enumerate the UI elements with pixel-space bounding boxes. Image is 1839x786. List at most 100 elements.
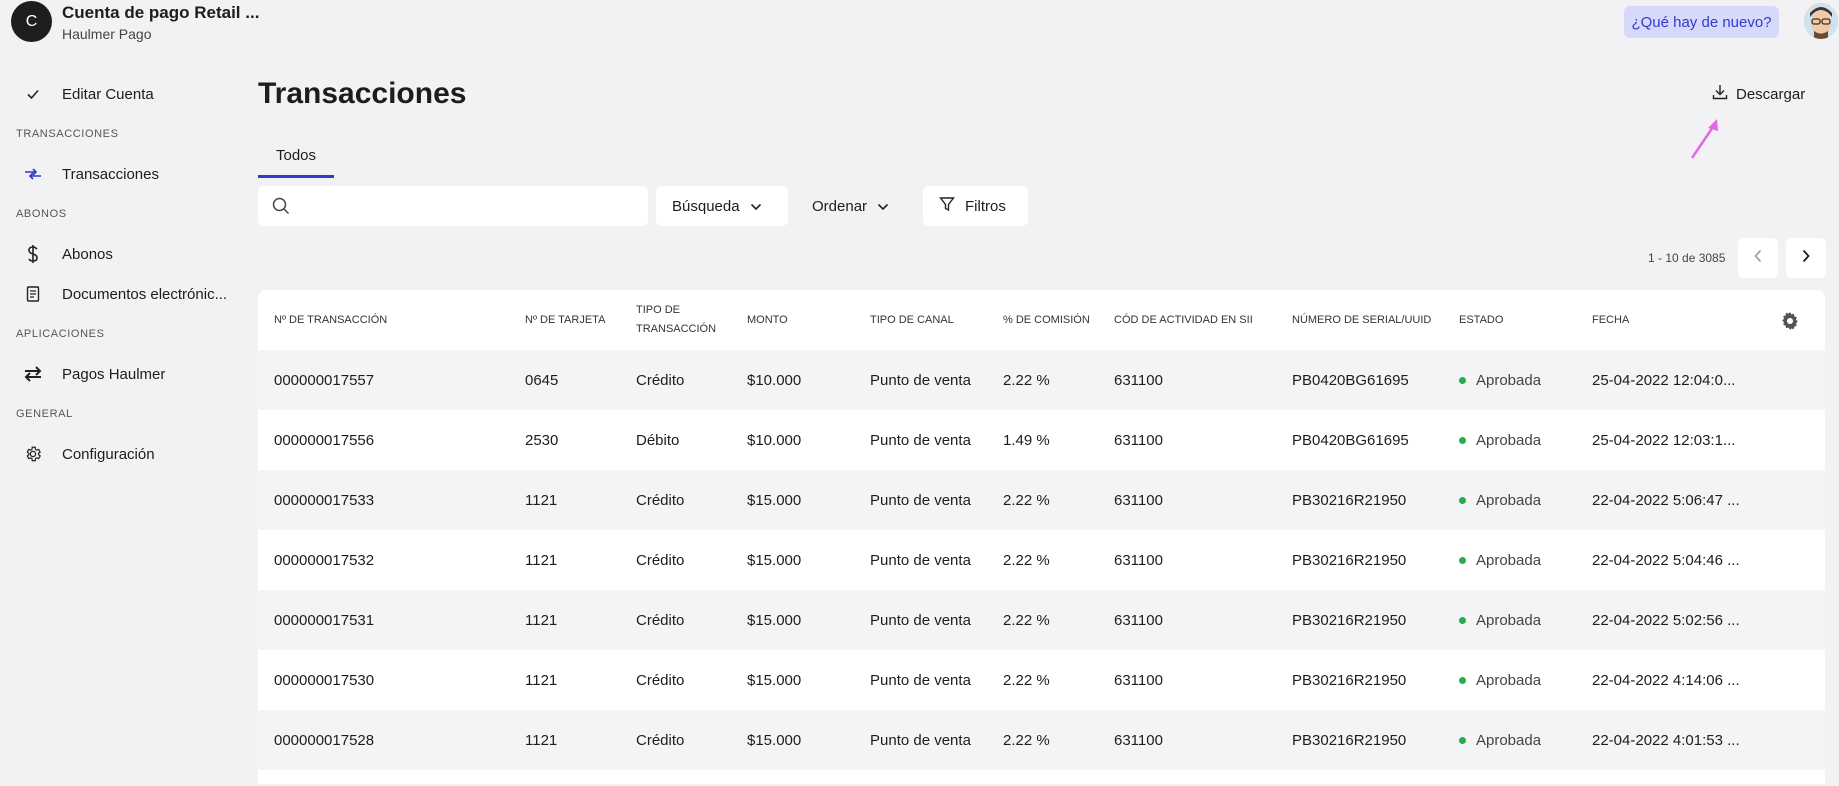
cell-tx-type: Crédito bbox=[636, 551, 685, 569]
cell-date: 22-04-2022 5:02:56 ... bbox=[1592, 611, 1740, 629]
sidebar-item-abonos[interactable]: Abonos bbox=[0, 238, 240, 270]
table-row[interactable]: 000000017528 1121 Crédito $15.000 Punto … bbox=[258, 710, 1825, 770]
cell-status: Aprobada bbox=[1459, 530, 1541, 590]
cell-commission: 2.22 % bbox=[1003, 551, 1050, 569]
table-row[interactable]: 000000017530 1121 Crédito $15.000 Punto … bbox=[258, 650, 1825, 710]
cell-tx-num: 000000017530 bbox=[274, 671, 375, 689]
download-icon bbox=[1712, 84, 1728, 104]
cell-date: 25-04-2022 12:04:0... bbox=[1592, 371, 1736, 389]
ordenar-label: Ordenar bbox=[812, 197, 868, 215]
status-dot bbox=[1459, 496, 1466, 504]
prev-page-button[interactable] bbox=[1738, 238, 1778, 278]
cell-tx-type: Crédito bbox=[636, 491, 685, 509]
search-box[interactable] bbox=[258, 186, 648, 226]
cell-activity: 631100 bbox=[1114, 671, 1163, 689]
col-header-tx-type[interactable]: TIPO DE TRANSACCIÓN bbox=[636, 290, 716, 350]
table-row[interactable]: 000000017533 1121 Crédito $15.000 Punto … bbox=[258, 470, 1825, 530]
cell-date: 22-04-2022 4:14:06 ... bbox=[1592, 671, 1740, 689]
download-label: Descargar bbox=[1736, 85, 1806, 103]
table-header: Nº DE TRANSACCIÓN Nº DE TARJETA TIPO DE … bbox=[258, 290, 1825, 350]
cell-status: Aprobada bbox=[1459, 650, 1541, 710]
cell-activity: 631100 bbox=[1114, 371, 1163, 389]
user-avatar[interactable] bbox=[1804, 3, 1838, 39]
cell-status: Aprobada bbox=[1459, 590, 1541, 650]
cell-commission: 1.49 % bbox=[1003, 431, 1050, 449]
status-label: Aprobada bbox=[1476, 371, 1542, 389]
cell-date: 22-04-2022 4:01:53 ... bbox=[1592, 731, 1740, 749]
sidebar-section-transacciones: TRANSACCIONES bbox=[16, 128, 119, 140]
sidebar-item-pagos[interactable]: Pagos Haulmer bbox=[0, 358, 240, 390]
cell-amount: $15.000 bbox=[747, 611, 802, 629]
cell-channel: Punto de venta bbox=[870, 431, 971, 449]
transactions-icon bbox=[22, 163, 44, 185]
account-avatar[interactable]: C bbox=[11, 1, 52, 42]
search-input[interactable] bbox=[302, 192, 632, 220]
cell-channel: Punto de venta bbox=[870, 491, 971, 509]
cell-serial: PB0420BG61695 bbox=[1292, 371, 1409, 389]
status-label: Aprobada bbox=[1476, 671, 1542, 689]
cell-amount: $10.000 bbox=[747, 431, 802, 449]
cell-card-num: 1121 bbox=[525, 731, 558, 749]
cell-tx-type: Crédito bbox=[636, 371, 685, 389]
search-icon bbox=[272, 197, 290, 220]
sidebar-item-documentos[interactable]: Documentos electrónic... bbox=[0, 278, 240, 310]
status-label: Aprobada bbox=[1476, 491, 1542, 509]
table-row[interactable]: 000000017532 1121 Crédito $15.000 Punto … bbox=[258, 530, 1825, 590]
account-avatar-letter: C bbox=[25, 12, 38, 30]
tab-todos[interactable]: Todos bbox=[258, 140, 334, 178]
dollar-icon bbox=[22, 243, 44, 265]
cell-card-num: 1121 bbox=[525, 491, 558, 509]
account-name[interactable]: Cuenta de pago Retail ... bbox=[62, 3, 259, 23]
col-header-activity[interactable]: CÓD DE ACTIVIDAD EN SII bbox=[1114, 290, 1253, 350]
cell-status: Aprobada bbox=[1459, 410, 1541, 470]
col-header-amount[interactable]: MONTO bbox=[747, 290, 788, 350]
col-header-serial[interactable]: NÚMERO DE SERIAL/UUID bbox=[1292, 290, 1431, 350]
busqueda-dropdown[interactable]: Búsqueda bbox=[656, 186, 788, 226]
status-dot bbox=[1459, 736, 1466, 744]
page-title: Transacciones bbox=[258, 77, 467, 110]
cell-serial: PB30216R21950 bbox=[1292, 611, 1407, 629]
cell-serial: PB30216R21950 bbox=[1292, 671, 1407, 689]
cell-tx-num: 000000017556 bbox=[274, 431, 375, 449]
annotation-arrow bbox=[1688, 116, 1722, 165]
col-header-status[interactable]: ESTADO bbox=[1459, 290, 1503, 350]
col-header-date[interactable]: FECHA bbox=[1592, 290, 1629, 350]
cell-amount: $15.000 bbox=[747, 731, 802, 749]
next-page-button[interactable] bbox=[1786, 238, 1826, 278]
cell-card-num: 0645 bbox=[525, 371, 559, 389]
col-header-card-num[interactable]: Nº DE TARJETA bbox=[525, 290, 605, 350]
account-subtitle: Haulmer Pago bbox=[62, 26, 152, 42]
cell-channel: Punto de venta bbox=[870, 551, 971, 569]
cell-activity: 631100 bbox=[1114, 491, 1163, 509]
sidebar-item-label: Pagos Haulmer bbox=[62, 365, 166, 383]
table-row[interactable]: 000000017531 1121 Crédito $15.000 Punto … bbox=[258, 590, 1825, 650]
transactions-table: Nº DE TRANSACCIÓN Nº DE TARJETA TIPO DE … bbox=[258, 290, 1825, 784]
table-row[interactable]: 000000017557 0645 Crédito $10.000 Punto … bbox=[258, 350, 1825, 410]
col-header-commission[interactable]: % DE COMISIÓN bbox=[1003, 290, 1090, 350]
col-header-tx-num[interactable]: Nº DE TRANSACCIÓN bbox=[274, 290, 387, 350]
cell-tx-num: 000000017528 bbox=[274, 731, 375, 749]
user-avatar-icon bbox=[1804, 3, 1838, 39]
col-header-channel[interactable]: TIPO DE CANAL bbox=[870, 290, 954, 350]
sidebar-item-label: Abonos bbox=[62, 245, 113, 263]
sidebar-item-edit-account[interactable]: Editar Cuenta bbox=[0, 78, 240, 110]
filter-icon bbox=[939, 196, 955, 216]
pagination-text: 1 - 10 de 3085 bbox=[1648, 251, 1726, 265]
cell-commission: 2.22 % bbox=[1003, 671, 1050, 689]
table-row[interactable]: 000000017556 2530 Débito $10.000 Punto d… bbox=[258, 410, 1825, 470]
filtros-button[interactable]: Filtros bbox=[923, 186, 1028, 226]
cell-tx-type: Crédito bbox=[636, 731, 685, 749]
download-button[interactable]: Descargar bbox=[1712, 84, 1805, 104]
sidebar-item-configuracion[interactable]: Configuración bbox=[0, 438, 240, 470]
cell-serial: PB30216R21950 bbox=[1292, 491, 1407, 509]
chevron-down-icon bbox=[750, 198, 762, 215]
whats-new-button[interactable]: ¿Qué hay de nuevo? bbox=[1624, 6, 1779, 38]
cell-tx-num: 000000017533 bbox=[274, 491, 375, 509]
cell-status: Aprobada bbox=[1459, 350, 1541, 410]
sidebar-item-label: Configuración bbox=[62, 445, 155, 463]
col-header-tx-type-line1: TIPO DE bbox=[636, 304, 681, 316]
sidebar-item-transacciones[interactable]: Transacciones bbox=[0, 158, 240, 190]
cell-serial: PB30216R21950 bbox=[1292, 731, 1407, 749]
ordenar-dropdown[interactable]: Ordenar bbox=[796, 186, 906, 226]
table-settings-icon[interactable] bbox=[1779, 310, 1801, 337]
